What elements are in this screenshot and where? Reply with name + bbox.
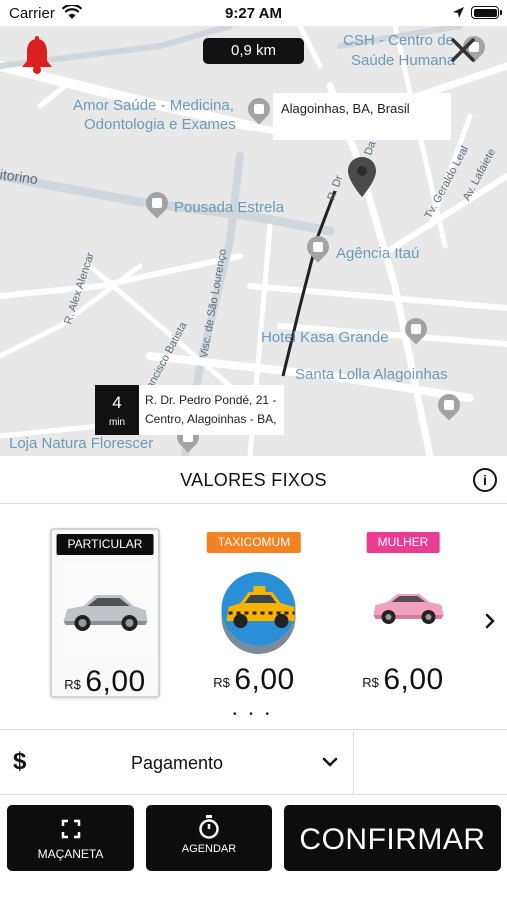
macaneta-button[interactable]: MAÇANETA — [7, 805, 134, 871]
vehicle-price: R$ 6,00 — [52, 665, 158, 699]
chevron-down-icon — [322, 755, 338, 773]
eta-unit: min — [108, 417, 126, 428]
taxi-icon — [207, 559, 302, 654]
poi-label: Pousada Estrela — [174, 199, 285, 216]
poi-label: Loja Natura Florescer — [9, 435, 154, 452]
poi-label: Agência Itaú — [336, 245, 420, 262]
chevron-right-icon[interactable] — [484, 613, 496, 634]
location-arrow-icon — [452, 6, 465, 23]
vehicle-option-particular[interactable]: PARTICULAR R$ 6,00 — [50, 528, 160, 698]
info-icon[interactable]: i — [473, 468, 497, 492]
destination-label: Alagoinhas, BA, Brasil — [273, 93, 451, 140]
poi-label: Hotel Kasa Grande — [261, 329, 389, 346]
currency: R$ — [362, 675, 379, 690]
price-value: 6,00 — [234, 663, 295, 696]
battery-icon — [471, 6, 502, 19]
confirm-button[interactable]: CONFIRMAR — [284, 805, 501, 871]
origin-address: R. Dr. Pedro Pondé, 21 - Centro, Alagoin… — [145, 393, 277, 426]
map-view[interactable]: CSH - Centro de Saúde Humana Amor Saúde … — [0, 26, 507, 456]
vehicle-tag: TAXICOMUM — [206, 532, 302, 553]
poi-label: Amor Saúde - Medicina, — [73, 97, 234, 114]
pink-car-icon — [356, 559, 451, 654]
section-title: VALORES FIXOS — [180, 470, 327, 490]
payment-row: $ Pagamento — [0, 731, 507, 795]
fullscreen-icon — [61, 819, 81, 844]
vehicle-option-taxicomum[interactable]: TAXICOMUM R$ 6,00 — [199, 528, 309, 698]
fixed-values-header: VALORES FIXOS i — [0, 456, 507, 504]
status-bar: Carrier 9:27 AM — [0, 0, 507, 26]
poi-label: CSH - Centro de — [343, 32, 454, 49]
vehicle-price: R$ 6,00 — [348, 663, 458, 697]
poi-label: Santa Lolla Alagoinhas — [295, 366, 448, 383]
vehicle-tag: PARTICULAR — [56, 534, 154, 555]
vehicle-price: R$ 6,00 — [199, 663, 309, 697]
eta-value: 4 — [112, 393, 122, 412]
poi-label: Saúde Humana — [351, 52, 456, 69]
vehicle-carousel: PARTICULAR R$ 6,00 TAXICOMUM R$ 6,00 MUL… — [0, 504, 507, 730]
stopwatch-icon — [198, 815, 220, 844]
distance-badge: 0,9 km — [203, 38, 304, 64]
eta-badge: 4 min — [95, 385, 139, 435]
silver-car-icon — [57, 561, 153, 656]
close-icon[interactable] — [448, 35, 478, 65]
payment-select[interactable]: $ Pagamento — [0, 731, 354, 794]
poi-label: Odontologia e Exames — [84, 116, 236, 133]
price-value: 6,00 — [383, 663, 444, 696]
button-label: CONFIRMAR — [299, 823, 486, 856]
agendar-button[interactable]: AGENDAR — [146, 805, 272, 871]
vehicle-option-mulher[interactable]: MULHER R$ 6,00 — [348, 528, 458, 698]
origin-label: 4 min R. Dr. Pedro Pondé, 21 - Centro, A… — [95, 385, 284, 435]
destination-pin-icon — [347, 156, 377, 203]
button-label: AGENDAR — [181, 843, 237, 855]
payment-label: Pagamento — [130, 753, 224, 773]
clock: 9:27 AM — [225, 5, 282, 22]
currency: R$ — [213, 675, 230, 690]
button-label: MAÇANETA — [37, 847, 104, 861]
price-value: 6,00 — [85, 665, 146, 698]
currency: R$ — [64, 677, 81, 692]
bell-icon[interactable] — [18, 36, 56, 81]
vehicle-tag: MULHER — [366, 532, 440, 553]
carousel-pager: • • • — [232, 709, 275, 720]
